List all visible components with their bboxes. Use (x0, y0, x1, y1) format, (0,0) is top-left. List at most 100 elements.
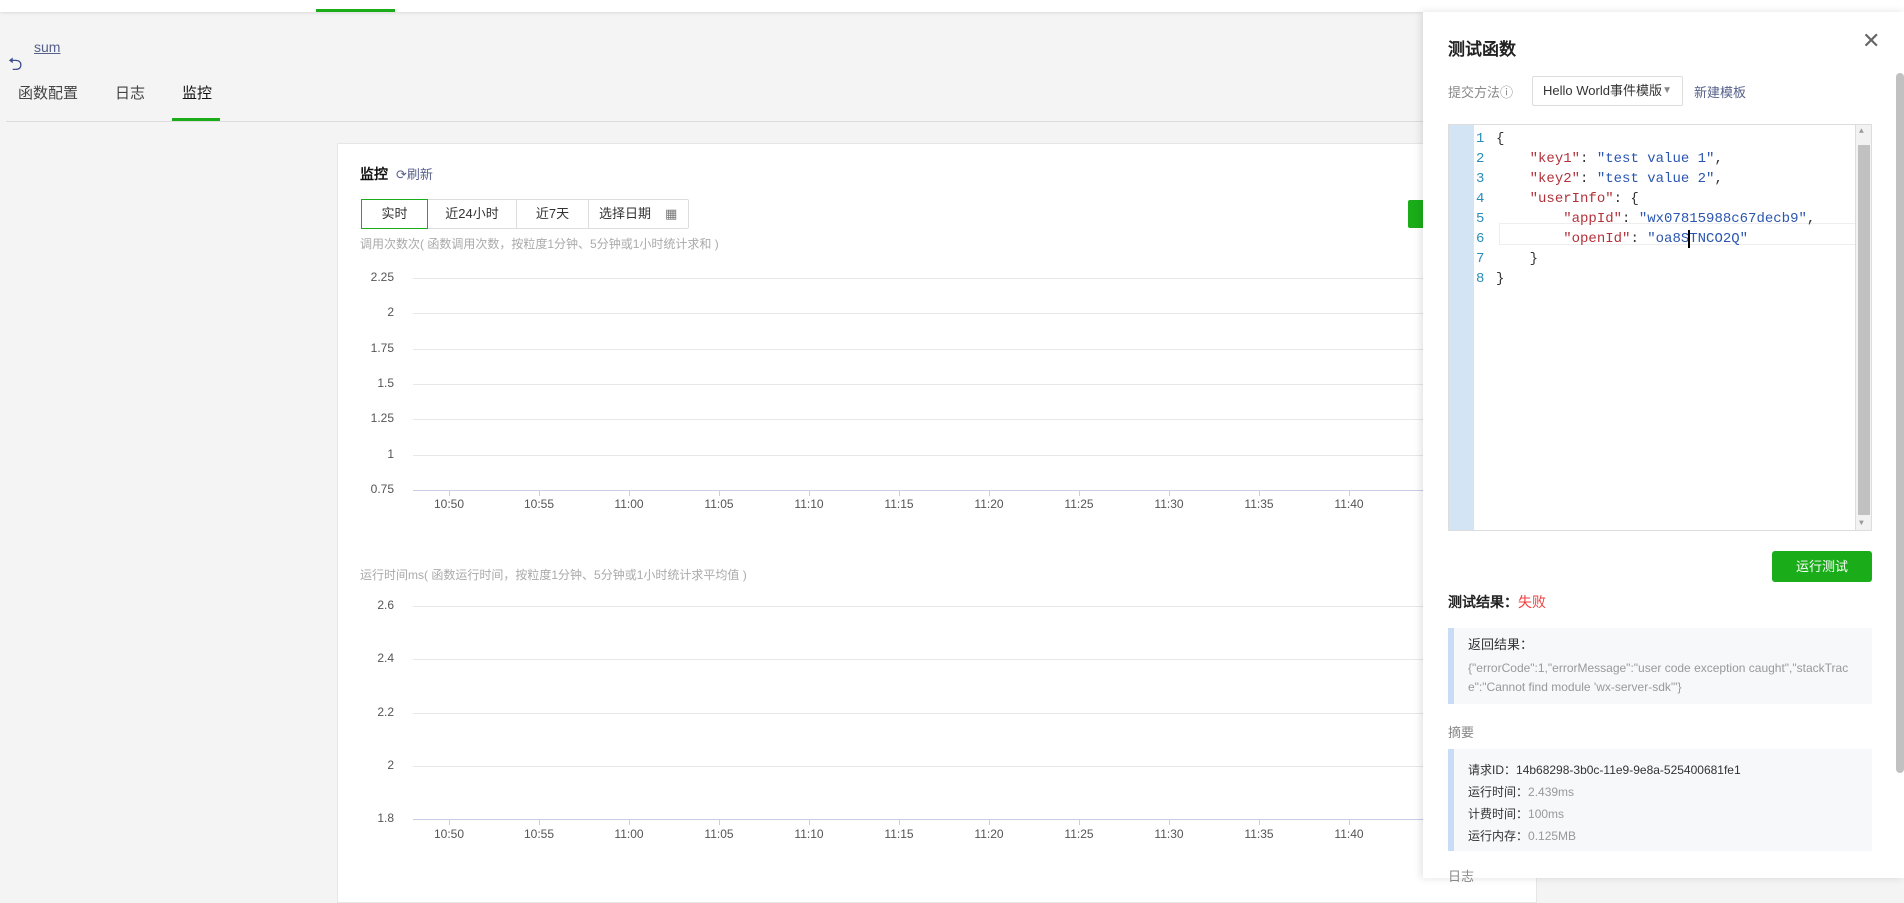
code-token: { (1496, 131, 1505, 147)
back-link[interactable]: sum (34, 38, 60, 56)
tab-monitor[interactable]: 监控 (182, 82, 212, 103)
x-tick (449, 819, 450, 825)
x-tick (719, 490, 720, 496)
template-select[interactable]: Hello World事件模版 ▼ (1532, 76, 1683, 106)
x-tick-label: 11:30 (1154, 497, 1184, 511)
x-tick-label: 11:30 (1154, 827, 1184, 841)
code-token: "userInfo" (1529, 191, 1614, 207)
x-tick (809, 490, 810, 496)
new-template-link[interactable]: 新建模板 (1694, 82, 1746, 101)
y-tick-label: 2.25 (370, 270, 394, 284)
refresh-label: 刷新 (406, 167, 433, 182)
code-line: 6 "openId": "oa8STNCO2Q" (1474, 229, 1748, 249)
log-title: 日志 (1448, 869, 1475, 884)
scroll-up-icon[interactable]: ▲ (1859, 127, 1864, 136)
summary-value: 0.125MB (1528, 829, 1577, 843)
summary-title: 摘要 (1448, 725, 1475, 740)
tab-function-config[interactable]: 函数配置 (18, 82, 78, 103)
back-arrow-icon[interactable]: ⮌ (8, 52, 22, 82)
code-line: 7 } (1474, 249, 1538, 269)
y-tick-label: 2 (387, 757, 394, 772)
line-number: 5 (1476, 211, 1485, 227)
line-number: 8 (1476, 271, 1485, 287)
return-result-label: 返回结果： (1468, 637, 1534, 652)
gridline (413, 712, 1423, 714)
x-tick (719, 819, 720, 825)
x-tick-label: 11:25 (1064, 497, 1094, 511)
chart-title: 调用次数次( 函数调用次数，按粒度1分钟、5分钟或1小时统计求和 ) (360, 235, 719, 252)
code-token: , (1714, 151, 1723, 167)
submit-method-text: 提交方法 (1448, 85, 1501, 100)
panel-title: 测试函数 (1448, 40, 1516, 59)
x-tick-label: 10:50 (433, 827, 465, 841)
run-test-button[interactable]: 运行测试 (1772, 551, 1872, 582)
line-number: 6 (1476, 231, 1485, 247)
calendar-icon: ▦ (665, 206, 678, 221)
code-token: : { (1613, 191, 1639, 207)
x-tick-label: 11:40 (1334, 497, 1364, 511)
top-nav-active-underline (316, 9, 395, 12)
x-tick-label: 11:05 (704, 497, 734, 511)
page-scrollbar[interactable] (1896, 73, 1904, 773)
line-number: 4 (1476, 191, 1485, 207)
close-icon[interactable]: ✕ (1862, 28, 1880, 54)
summary-memory: 运行内存：0.125MB (1468, 825, 1858, 847)
y-tick-label: 2.4 (377, 651, 394, 666)
gridline (413, 419, 1423, 421)
x-tick-label: 10:55 (523, 497, 555, 511)
template-select-value: Hello World事件模版 (1543, 83, 1662, 98)
code-token: , (1714, 171, 1723, 187)
x-tick (629, 490, 630, 496)
x-tick-label: 11:25 (1064, 827, 1094, 841)
info-icon[interactable]: ⓘ (1500, 85, 1513, 100)
code-line: 5 "appId": "wx07815988c67decb9", (1474, 209, 1815, 229)
x-tick (1349, 490, 1350, 496)
chart-title: 运行时间ms( 函数运行时间，按粒度1分钟、5分钟或1小时统计求平均值 ) (360, 566, 747, 583)
line-number: 7 (1476, 251, 1485, 267)
code-token: "test value 1" (1596, 151, 1715, 167)
date-picker[interactable]: 选择日期 ▦ (589, 200, 688, 228)
code-line: 8} (1474, 269, 1504, 289)
range-realtime[interactable]: 实时 (361, 199, 428, 229)
range-7d[interactable]: 近7天 (517, 200, 589, 228)
gridline (413, 454, 1423, 456)
code-token: "wx07815988c67decb9" (1638, 211, 1807, 227)
y-tick-label: 1.5 (377, 376, 394, 390)
chart-unit: ms (408, 568, 425, 582)
x-tick-label: 11:10 (794, 497, 824, 511)
gridline (413, 313, 1423, 315)
refresh-icon: ⟳ (396, 167, 407, 182)
summary-value: 14b68298-3b0c-11e9-9e8a-525400681fe1 (1516, 763, 1741, 777)
x-tick-label: 11:20 (974, 827, 1004, 841)
code-line: 2 "key1": "test value 1", (1474, 149, 1723, 169)
x-tick (539, 490, 540, 496)
text-cursor (1688, 230, 1690, 248)
gridline (413, 278, 1423, 279)
x-tick (1259, 819, 1260, 825)
test-result-label: 测试结果： (1448, 594, 1518, 610)
summary-box: 请求ID：14b68298-3b0c-11e9-9e8a-525400681fe… (1448, 749, 1872, 851)
summary-label: 计费时间： (1468, 807, 1529, 821)
code-editor[interactable]: 1 {2 "key1": "test value 1", 3 "key2": "te… (1448, 124, 1872, 531)
code-line: 3 "key2": "test value 2", (1474, 169, 1723, 189)
editor-scrollbar[interactable]: ▲ ▼ (1855, 125, 1871, 530)
scroll-down-icon[interactable]: ▼ (1859, 519, 1864, 528)
tab-logs[interactable]: 日志 (115, 82, 145, 103)
y-tick-label: 1.25 (370, 411, 394, 426)
refresh-button[interactable]: ⟳刷新 (396, 164, 433, 183)
x-tick (1079, 490, 1080, 496)
x-tick-label: 10:50 (433, 497, 465, 511)
scrollbar-thumb[interactable] (1858, 145, 1870, 515)
x-tick-label: 11:35 (1244, 497, 1274, 511)
submit-method-label: 提交方法ⓘ (1448, 82, 1513, 101)
gridline (413, 606, 1423, 607)
line-number: 1 (1476, 131, 1485, 147)
code-token: , (1806, 211, 1816, 227)
chart-subtitle: ( 函数运行时间，按粒度1分钟、5分钟或1小时统计求平均值 ) (424, 568, 747, 582)
tabs-divider (6, 121, 1426, 122)
range-24h[interactable]: 近24小时 (428, 200, 517, 228)
